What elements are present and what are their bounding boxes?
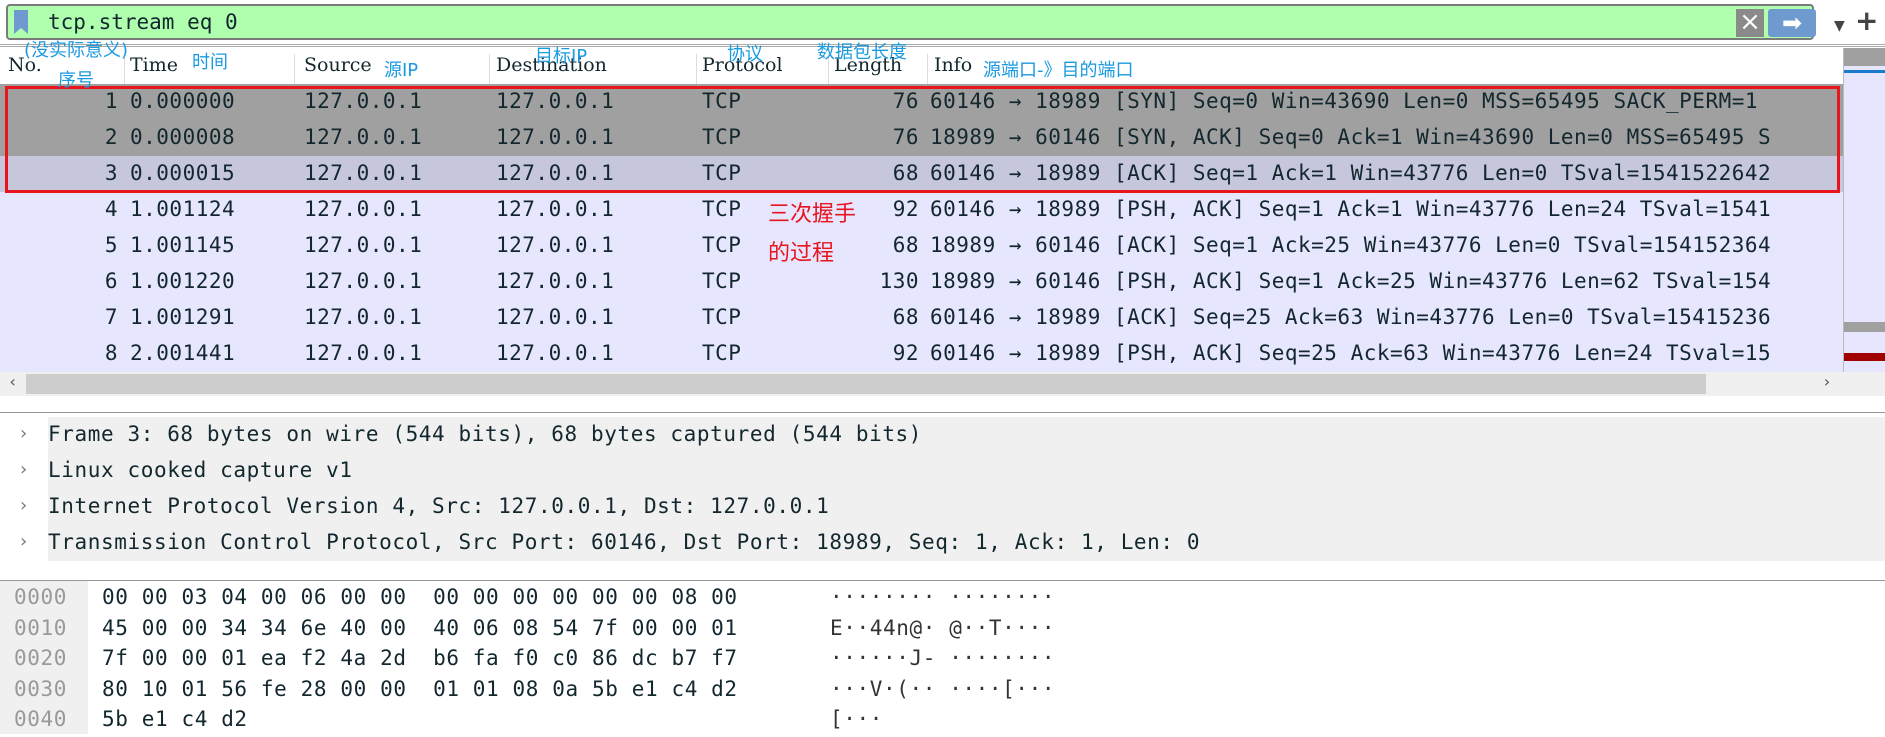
handshake-highlight-box	[5, 86, 1840, 193]
hex-bytes[interactable]: 7f 00 00 01 ea f2 4a 2d b6 fa f0 c0 86 d…	[102, 646, 738, 676]
cell-time: 1.001124	[130, 197, 236, 221]
byte-offset: 0010	[14, 615, 67, 640]
scroll-right-icon[interactable]: ›	[1822, 372, 1832, 391]
scroll-left-icon[interactable]: ‹	[8, 372, 18, 391]
cell-src: 127.0.0.1	[304, 341, 423, 365]
scrollbar-thumb[interactable]	[26, 374, 1706, 394]
chevron-right-icon[interactable]: ›	[20, 495, 27, 516]
cell-no: 4	[104, 197, 118, 221]
cell-src: 127.0.0.1	[304, 233, 423, 257]
annotation-time: 时间	[192, 52, 228, 73]
annotation-handshake-2: 的过程	[768, 241, 835, 266]
bookmark-icon[interactable]	[14, 10, 28, 34]
cell-proto: TCP	[702, 341, 742, 365]
detail-text: Transmission Control Protocol, Src Port:…	[48, 525, 1885, 561]
detail-text: Internet Protocol Version 4, Src: 127.0.…	[48, 489, 1885, 525]
arrow-right-icon: ➡	[1781, 9, 1803, 37]
packet-row[interactable]: 6 1.001220 127.0.0.1 127.0.0.1 TCP 130 18989 →…	[0, 264, 1843, 300]
annotation-no-meaning: (没实际意义)	[24, 40, 129, 61]
cell-dst: 127.0.0.1	[496, 197, 615, 221]
cell-len: 68	[892, 305, 919, 329]
annotation-source-ip: 源IP	[384, 60, 419, 81]
byte-offset: 0020	[14, 646, 67, 670]
divider	[0, 44, 1885, 47]
ascii-bytes[interactable]: ········ ········	[830, 585, 1055, 615]
cell-info: 18989 → 60146 [ACK] Seq=1 Ack=25 Win=437…	[930, 233, 1772, 257]
chevron-right-icon[interactable]: ›	[20, 423, 27, 444]
ascii-bytes[interactable]: E··44n@· @··T····	[830, 616, 1055, 646]
packet-details-pane: › Frame 3: 68 bytes on wire (544 bits), 6…	[0, 412, 1885, 564]
cell-proto: TCP	[702, 305, 742, 329]
annotation-handshake-1: 三次握手	[768, 202, 857, 227]
cell-time: 1.001220	[130, 269, 236, 293]
cell-no: 8	[104, 341, 118, 365]
cell-len: 130	[879, 269, 919, 293]
vertical-scrollbar[interactable]	[1843, 48, 1885, 372]
cell-dst: 127.0.0.1	[496, 341, 615, 365]
detail-tree-item[interactable]: › Transmission Control Protocol, Src Port…	[20, 525, 1885, 561]
packet-row[interactable]: 8 2.001441 127.0.0.1 127.0.0.1 TCP 92 60146 → …	[0, 336, 1843, 372]
cell-time: 1.001145	[130, 233, 236, 257]
detail-tree-item[interactable]: › Frame 3: 68 bytes on wire (544 bits), 6…	[20, 417, 1885, 453]
cell-info: 60146 → 18989 [PSH, ACK] Seq=25 Ack=63 W…	[930, 341, 1772, 365]
cell-src: 127.0.0.1	[304, 197, 423, 221]
cell-time: 1.001291	[130, 305, 236, 329]
column-header-protocol[interactable]: Protocol	[702, 54, 829, 84]
packet-row[interactable]: 5 1.001145 127.0.0.1 127.0.0.1 TCP 68 18989 → …	[0, 228, 1843, 264]
filter-input[interactable]: tcp.stream eq 0	[48, 10, 238, 34]
cell-no: 5	[104, 233, 118, 257]
detail-text: Linux cooked capture v1	[48, 453, 1885, 489]
packet-row[interactable]: 4 1.001124 127.0.0.1 127.0.0.1 TCP 92 60146 → …	[0, 192, 1843, 228]
column-header-destination[interactable]: Destination	[496, 54, 697, 84]
apply-filter-button[interactable]: ➡	[1768, 9, 1816, 37]
byte-offset: 0000	[14, 585, 67, 609]
ascii-bytes[interactable]: ······J- ········	[830, 646, 1055, 676]
chevron-right-icon[interactable]: ›	[20, 531, 27, 552]
cell-info: 18989 → 60146 [PSH, ACK] Seq=1 Ack=25 Wi…	[930, 269, 1772, 293]
annotation-ports: 源端口-》目的端口	[983, 60, 1134, 81]
detail-tree-item[interactable]: › Internet Protocol Version 4, Src: 127.0…	[20, 489, 1885, 525]
annotation-sequence: 序号	[58, 70, 94, 91]
clear-filter-button[interactable]: ×	[1736, 9, 1764, 37]
cell-no: 7	[104, 305, 118, 329]
packet-list-header: No. Time Source Destination Protocol Len…	[0, 48, 1843, 84]
annotation-protocol: 协议	[727, 44, 763, 65]
cell-dst: 127.0.0.1	[496, 269, 615, 293]
cell-src: 127.0.0.1	[304, 269, 423, 293]
packet-bytes-pane: 0000 00 00 03 04 00 06 00 00 00 00 00 00 …	[0, 580, 1885, 734]
hex-bytes[interactable]: 45 00 00 34 34 6e 40 00 40 06 08 54 7f 0…	[102, 616, 738, 646]
cell-dst: 127.0.0.1	[496, 233, 615, 257]
hex-bytes[interactable]: 80 10 01 56 fe 28 00 00 01 01 08 0a 5b e…	[102, 677, 738, 707]
cell-dst: 127.0.0.1	[496, 305, 615, 329]
hex-bytes[interactable]: 00 00 03 04 00 06 00 00 00 00 00 00 00 0…	[102, 585, 738, 615]
ascii-bytes[interactable]: ···V·(·· ····[···	[830, 677, 1055, 707]
cell-len: 92	[892, 341, 919, 365]
packet-row[interactable]: 7 1.001291 127.0.0.1 127.0.0.1 TCP 68 60146 → …	[0, 300, 1843, 336]
detail-tree-item[interactable]: › Linux cooked capture v1	[20, 453, 1885, 489]
add-filter-button[interactable]: +	[1855, 4, 1878, 37]
byte-offset: 0030	[14, 676, 67, 701]
cell-info: 60146 → 18989 [ACK] Seq=25 Ack=63 Win=43…	[930, 305, 1772, 329]
cell-proto: TCP	[702, 269, 742, 293]
filter-history-dropdown[interactable]: ▼	[1834, 18, 1845, 34]
display-filter-bar[interactable]: tcp.stream eq 0 × ➡ ▼	[6, 4, 1845, 40]
close-icon: ×	[1739, 7, 1761, 37]
cell-src: 127.0.0.1	[304, 305, 423, 329]
horizontal-scrollbar[interactable]: ‹ ›	[0, 372, 1885, 396]
cell-info: 60146 → 18989 [PSH, ACK] Seq=1 Ack=1 Win…	[930, 197, 1772, 221]
cell-len: 68	[892, 233, 919, 257]
chevron-right-icon[interactable]: ›	[20, 459, 27, 480]
cell-time: 2.001441	[130, 341, 236, 365]
detail-text: Frame 3: 68 bytes on wire (544 bits), 68…	[48, 417, 1885, 453]
annotation-destination-ip: 目标IP	[535, 46, 588, 67]
annotation-length: 数据包长度	[817, 42, 907, 63]
cell-no: 6	[104, 269, 118, 293]
